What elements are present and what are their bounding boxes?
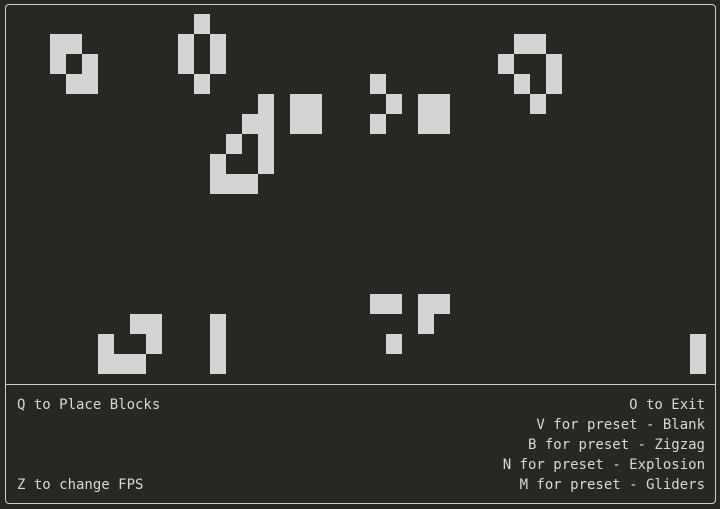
live-cell[interactable] [66, 34, 82, 54]
live-cell[interactable] [386, 94, 402, 114]
live-cell[interactable] [82, 54, 98, 74]
live-cell[interactable] [306, 94, 322, 114]
live-cell[interactable] [114, 354, 130, 374]
live-cell[interactable] [210, 54, 226, 74]
live-cell[interactable] [130, 354, 146, 374]
live-cell[interactable] [194, 14, 210, 34]
live-cell[interactable] [210, 314, 226, 334]
live-cell[interactable] [546, 74, 562, 94]
live-cell[interactable] [178, 54, 194, 74]
live-cell[interactable] [210, 34, 226, 54]
live-cell[interactable] [370, 294, 386, 314]
live-cell[interactable] [418, 314, 434, 334]
live-cell[interactable] [498, 54, 514, 74]
live-cell[interactable] [258, 154, 274, 174]
live-cell[interactable] [194, 74, 210, 94]
game-frame: Q to Place Blocks Z to change FPS O to E… [5, 4, 716, 504]
game-of-life-window: Q to Place Blocks Z to change FPS O to E… [0, 0, 720, 509]
live-cell[interactable] [258, 94, 274, 114]
live-cell[interactable] [98, 354, 114, 374]
live-cell[interactable] [146, 334, 162, 354]
live-cell[interactable] [386, 294, 402, 314]
live-cell[interactable] [66, 74, 82, 94]
live-cell[interactable] [146, 314, 162, 334]
place-blocks-hint: Q to Place Blocks [17, 397, 161, 413]
live-cell[interactable] [98, 334, 114, 354]
live-cell[interactable] [290, 94, 306, 114]
live-cell[interactable] [418, 294, 434, 314]
preset-blank-hint: V for preset - Blank [536, 417, 705, 433]
live-cell[interactable] [370, 114, 386, 134]
live-cell[interactable] [130, 314, 146, 334]
live-cell[interactable] [418, 94, 434, 114]
live-cell[interactable] [210, 174, 226, 194]
live-cell[interactable] [530, 34, 546, 54]
live-cell[interactable] [370, 74, 386, 94]
live-cell[interactable] [690, 354, 706, 374]
live-cell[interactable] [242, 174, 258, 194]
live-cell[interactable] [418, 114, 434, 134]
live-cell[interactable] [258, 114, 274, 134]
preset-zigzag-hint: B for preset - Zigzag [527, 437, 705, 453]
live-cell[interactable] [226, 174, 242, 194]
live-cell[interactable] [226, 134, 242, 154]
live-cell[interactable] [690, 334, 706, 354]
change-fps-hint: Z to change FPS [17, 477, 144, 493]
live-cell[interactable] [514, 34, 530, 54]
live-cell[interactable] [546, 54, 562, 74]
live-cell[interactable] [386, 334, 402, 354]
preset-explosion-hint: N for preset - Explosion [502, 457, 705, 473]
board-divider [6, 384, 715, 385]
live-cell[interactable] [178, 34, 194, 54]
live-cell[interactable] [210, 154, 226, 174]
live-cell[interactable] [434, 294, 450, 314]
live-cell[interactable] [82, 74, 98, 94]
live-cell[interactable] [210, 334, 226, 354]
preset-gliders-hint: M for preset - Gliders [519, 477, 705, 493]
live-cell[interactable] [530, 94, 546, 114]
live-cell[interactable] [210, 354, 226, 374]
live-cell[interactable] [434, 94, 450, 114]
live-cell[interactable] [50, 54, 66, 74]
live-cell[interactable] [306, 114, 322, 134]
live-cell[interactable] [290, 114, 306, 134]
life-board[interactable] [7, 6, 716, 384]
exit-hint: O to Exit [629, 397, 705, 413]
live-cell[interactable] [434, 114, 450, 134]
live-cell[interactable] [242, 114, 258, 134]
live-cell[interactable] [514, 74, 530, 94]
live-cell[interactable] [258, 134, 274, 154]
live-cell[interactable] [50, 34, 66, 54]
